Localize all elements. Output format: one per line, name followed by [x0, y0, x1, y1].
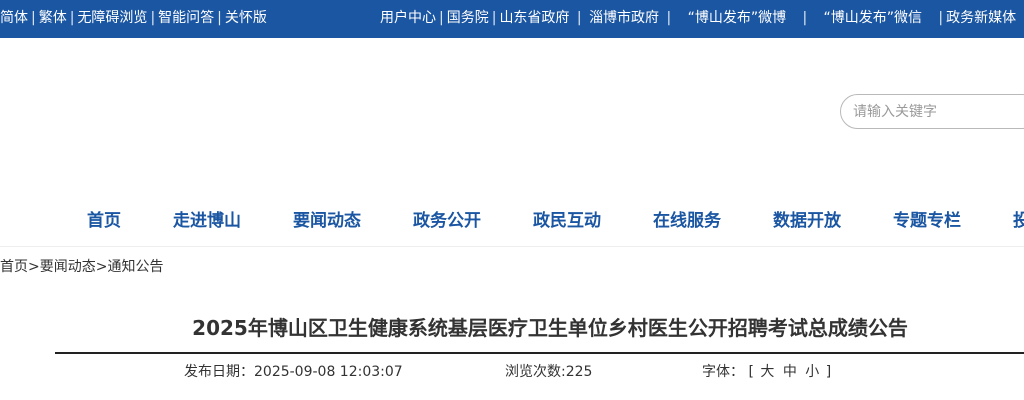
shandong-gov-link[interactable]: 山东省政府 — [499, 10, 569, 26]
separator: | — [439, 10, 444, 26]
font-size-bracket-close: ] — [825, 364, 832, 380]
nav-open-data[interactable]: 数据开放 — [773, 206, 841, 231]
separator: | — [925, 10, 944, 26]
zibo-gov-link[interactable]: 淄博市政府 — [589, 10, 659, 26]
font-small-button[interactable]: 小 — [805, 364, 819, 380]
separator: | — [217, 10, 222, 26]
breadcrumb-separator: > — [28, 259, 40, 275]
nav-home[interactable]: 首页 — [87, 206, 121, 231]
nav-online-service[interactable]: 在线服务 — [653, 206, 721, 231]
boshan-wechat-link[interactable]: “博山发布”微信 — [824, 10, 923, 26]
view-count-value: 225 — [565, 364, 593, 380]
gov-new-media-link[interactable]: 政务新媒体 — [946, 10, 1016, 26]
font-large-button[interactable]: 大 — [760, 364, 774, 380]
nav-about-boshan[interactable]: 走进博山 — [173, 206, 241, 231]
search-box — [840, 94, 1024, 129]
nav-gov-affairs[interactable]: 政务公开 — [413, 206, 481, 231]
font-size-label: 字体： — [702, 364, 744, 380]
title-divider — [55, 352, 1024, 354]
separator: | — [789, 10, 821, 26]
simplified-chinese-link[interactable]: 简体 — [0, 10, 28, 26]
user-center-link[interactable]: 用户中心 — [380, 10, 436, 26]
separator: | — [150, 10, 156, 26]
boshan-weibo-link[interactable]: “博山发布”微博 — [688, 10, 787, 26]
view-count: 浏览次数:225 — [505, 361, 592, 381]
smart-qa-link[interactable]: 智能问答 — [158, 10, 214, 26]
font-size-bracket-open: [ — [748, 364, 754, 380]
view-count-label: 浏览次数: — [505, 364, 566, 380]
traditional-chinese-link[interactable]: 繁体 — [39, 10, 67, 26]
publish-date: 发布日期：2025-09-08 12:03:07 — [184, 361, 403, 381]
publish-date-value: 2025-09-08 12:03:07 — [254, 364, 403, 380]
nav-special-topics[interactable]: 专题专栏 — [893, 206, 961, 231]
font-size-control: 字体： [ 大 中 小 ] — [702, 361, 831, 381]
article-title: 2025年博山区卫生健康系统基层医疗卫生单位乡村医生公开招聘考试总成绩公告 — [192, 316, 908, 340]
state-council-link[interactable]: 国务院 — [447, 10, 489, 26]
accessibility-link[interactable]: 无障碍浏览 — [77, 10, 147, 26]
top-right-links: 用户中心 | 国务院 | 山东省政府 | 淄博市政府 | “博山发布”微博 | “博山发… — [380, 0, 1016, 38]
publish-date-label: 发布日期： — [184, 364, 254, 380]
breadcrumb-separator: > — [95, 259, 108, 275]
breadcrumb: 首页>要闻动态>通知公告 — [0, 256, 163, 276]
nav-interaction[interactable]: 政民互动 — [533, 206, 601, 231]
main-nav: 首页 走进博山 要闻动态 政务公开 政民互动 在线服务 数据开放 专题专栏 投 — [0, 198, 1024, 240]
separator: | — [662, 10, 685, 26]
breadcrumb-notices[interactable]: 通知公告 — [107, 259, 163, 275]
breadcrumb-news[interactable]: 要闻动态 — [40, 259, 96, 275]
nav-divider — [0, 246, 1024, 247]
separator: | — [491, 10, 497, 26]
font-medium-button[interactable]: 中 — [783, 364, 797, 380]
nav-news[interactable]: 要闻动态 — [293, 206, 361, 231]
separator: | — [31, 10, 36, 26]
search-input[interactable] — [853, 95, 1023, 128]
breadcrumb-home[interactable]: 首页 — [0, 259, 28, 275]
care-version-link[interactable]: 关怀版 — [225, 10, 267, 26]
top-utility-bar: 简体 | 繁体 | 无障碍浏览 | 智能问答 | 关怀版 用户中心 | 国务院 | 山东省政府 | 淄博… — [0, 0, 1024, 38]
separator: | — [69, 10, 75, 26]
nav-truncated-item[interactable]: 投 — [1013, 206, 1024, 231]
separator: | — [572, 10, 587, 26]
top-left-links: 简体 | 繁体 | 无障碍浏览 | 智能问答 | 关怀版 — [0, 0, 267, 38]
